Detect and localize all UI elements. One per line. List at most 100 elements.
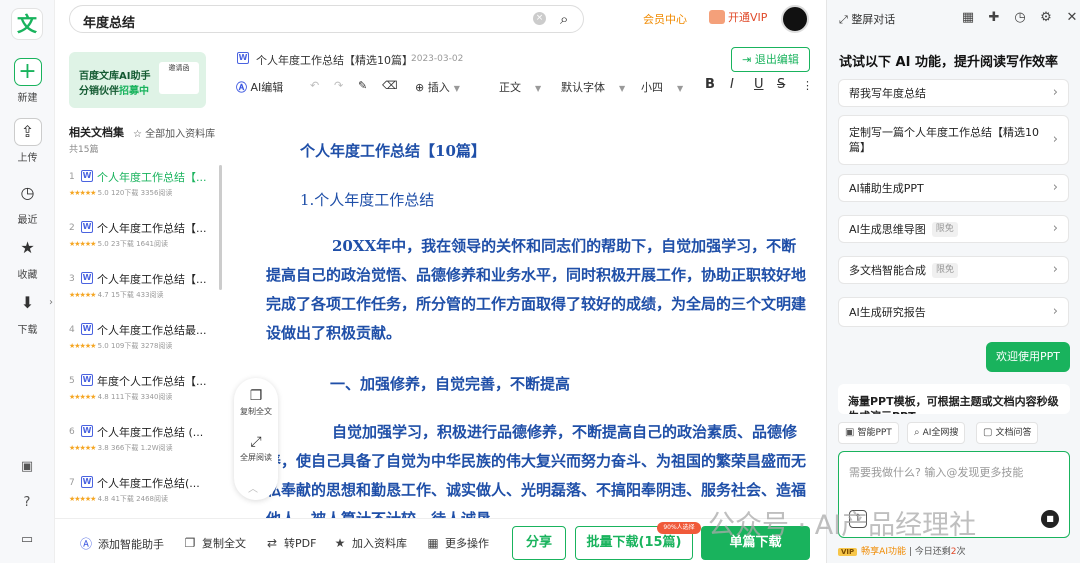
clear-icon[interactable]: × [533, 12, 546, 25]
ai-option-2[interactable]: 定制写一篇个人年度工作总结【精选10篇】 › [838, 115, 1069, 165]
chip-smart-ppt-label: 智能PPT [857, 428, 892, 438]
vip-badge: VIP [838, 548, 858, 556]
strikethrough-icon[interactable]: S [777, 77, 785, 92]
paragraph-style-select[interactable]: 正文 ▼ [499, 79, 541, 95]
ai-panel-icons: ▦ ✚ ◷ ⚙ ✕ [955, 10, 1080, 25]
chip-smart-ppt[interactable]: ▣ 智能PPT [838, 422, 899, 444]
ai-option-label: AI生成研究报告 [849, 305, 926, 319]
undo-icon[interactable]: ↶ [310, 79, 319, 92]
format-painter-icon[interactable]: ✎ [358, 79, 367, 92]
more-actions-button[interactable]: ▦ 更多操作 [426, 535, 489, 551]
gift-icon[interactable]: ▣ [17, 457, 37, 477]
search-input[interactable]: 年度总结 [83, 12, 135, 31]
avatar[interactable] [781, 5, 809, 33]
limited-free-badge: 限免 [932, 262, 959, 278]
chip-doc-qa-label: 文档问答 [995, 428, 1032, 438]
ai-option-5[interactable]: 多文档智能合成 限免 › [838, 256, 1069, 284]
rail-new-button[interactable]: + 新建 [0, 58, 55, 104]
promo-banner[interactable]: 百度文库AI助手 分销伙伴招募中 邀请函 [69, 52, 206, 108]
ppt-icon: ▣ [845, 427, 855, 438]
search-bar[interactable]: 年度总结 × ⌕ [69, 5, 584, 33]
member-center-link[interactable]: 会员中心 [643, 11, 687, 27]
more-format-icon[interactable]: ⋮ [802, 79, 813, 92]
underline-icon[interactable]: U [754, 77, 764, 92]
item-rating: 4.8 [97, 393, 109, 401]
ai-edit-button[interactable]: Ⓐ AI编辑 [236, 79, 283, 95]
collection-count: 共15篇 [69, 145, 99, 155]
font-size-label: 小四 [641, 81, 663, 94]
fullscreen-chat-button[interactable]: ⤢ 整屏对话 [839, 11, 895, 27]
ai-option-label: AI生成思维导图 [849, 222, 926, 236]
item-reads: 1641阅读 [136, 240, 168, 248]
rail-upload-button[interactable]: ⇪ 上传 [0, 118, 55, 164]
item-title: 个人年度工作总结【... [97, 273, 207, 286]
italic-icon[interactable]: I [730, 77, 734, 92]
chevron-right-icon: › [1052, 304, 1058, 319]
word-file-icon: W [81, 476, 93, 488]
collection-list-item[interactable]: 4 W 个人年度工作总结最... ★★★★★ 5.0 109下载 3278阅读 [69, 322, 214, 368]
to-pdf-button[interactable]: ⇄ 转PDF [265, 535, 316, 551]
promo-unit: 次 [956, 547, 966, 557]
float-fullscreen-button[interactable]: ⤢ 全屏阅读 [234, 434, 278, 463]
ai-option-3[interactable]: AI辅助生成PPT › [838, 174, 1069, 202]
add-ai-assistant-button[interactable]: Ⓐ 添加智能助手 [79, 535, 164, 552]
watermark: 公众号 · AI产品经理社 [708, 510, 977, 541]
apps-icon[interactable]: ▦ [955, 10, 981, 25]
eraser-icon[interactable]: ⌫ [382, 79, 398, 92]
open-vip-link[interactable]: 开通VIP [709, 9, 767, 25]
add-all-label: 全部加入资料库 [145, 129, 216, 140]
collection-list-item[interactable]: 6 W 个人年度工作总结 (... ★★★★★ 3.8 366下载 1.2W阅读 [69, 424, 214, 470]
ai-reply-message: 海量PPT模板，可根据主题或文档内容秒级生成演示PPT [838, 384, 1070, 414]
collection-list-item[interactable]: 3 W 个人年度工作总结【... ★★★★★ 4.7 15下载 433阅读 [69, 271, 214, 317]
collection-list-item[interactable]: 1 W 个人年度工作总结【... ★★★★★ 5.0 120下载 3356阅读 [69, 169, 214, 215]
collection-list-item[interactable]: 5 W 年度个人工作总结【... ★★★★★ 4.8 111下载 3340阅读 [69, 373, 214, 419]
item-number: 6 [69, 427, 75, 437]
rail-download-button[interactable]: ⬇ 下载 [0, 290, 55, 336]
ai-option-6[interactable]: AI生成研究报告 › [838, 297, 1069, 327]
float-copy-all-button[interactable]: ❐ 复制全文 [234, 388, 278, 417]
collection-list-item[interactable]: 7 W 个人年度工作总结(... ★★★★★ 4.8 41下载 2468阅读 [69, 475, 214, 521]
new-chat-icon[interactable]: ✚ [981, 10, 1007, 25]
redo-icon[interactable]: ↷ [334, 79, 343, 92]
add-all-library-button[interactable]: ☆ 全部加入资料库 [133, 125, 215, 140]
item-meta: ★★★★★ 4.8 41下载 2468阅读 [69, 494, 168, 504]
item-reads: 1.2W阅读 [140, 444, 173, 452]
banner-card: 邀请函 [159, 62, 199, 94]
copy-all-button[interactable]: ❐ 复制全文 [183, 535, 246, 551]
settings-icon[interactable]: ⚙ [1033, 10, 1059, 25]
collection-list-item[interactable]: 2 W 个人年度工作总结【... ★★★★★ 5.0 23下载 1641阅读 [69, 220, 214, 266]
font-size-select[interactable]: 小四 ▼ [641, 79, 683, 95]
help-icon[interactable]: ? [17, 493, 37, 513]
collapse-arrow-icon[interactable]: › [49, 296, 61, 310]
exit-edit-button[interactable]: ⇥ 退出编辑 [731, 47, 810, 72]
close-icon[interactable]: ✕ [1059, 10, 1080, 25]
search-icon[interactable]: ⌕ [560, 10, 568, 28]
history-icon[interactable]: ◷ [1007, 10, 1033, 25]
chevron-right-icon: › [1052, 132, 1058, 147]
bold-icon[interactable]: B [705, 77, 715, 92]
rail-favorite-label: 收藏 [17, 270, 38, 281]
collection-scrollbar[interactable] [219, 165, 222, 290]
device-icon[interactable]: ▭ [17, 530, 37, 550]
item-number: 2 [69, 223, 75, 233]
add-library-button[interactable]: ★ 加入资料库 [333, 535, 407, 551]
share-button[interactable]: 分享 [512, 526, 566, 560]
document-content[interactable]: 个人年度工作总结【10篇】 1.个人年度工作总结 20XX年中，我在领导的关怀和… [230, 110, 820, 518]
ai-quota-promo[interactable]: VIP 畅享AI功能 | 今日还剩2次 [838, 544, 966, 557]
chip-doc-qa[interactable]: ▢ 文档问答 [976, 422, 1039, 444]
rail-recent-button[interactable]: ◷ 最近 [0, 180, 55, 226]
insert-menu[interactable]: ⊕ 插入 ▼ [415, 79, 460, 95]
ai-option-4[interactable]: AI生成思维导图 限免 › [838, 215, 1069, 243]
font-family-label: 默认字体 [561, 81, 605, 94]
chip-web-search[interactable]: ⌕ AI全网搜 [907, 422, 966, 444]
float-fullscreen-label: 全屏阅读 [240, 453, 272, 462]
item-reads: 3278阅读 [140, 342, 173, 350]
chevron-up-icon[interactable]: ︿ [248, 480, 258, 495]
ai-option-1[interactable]: 帮我写年度总结 › [838, 79, 1069, 107]
wenku-logo[interactable]: 文 [11, 8, 43, 40]
item-title: 个人年度工作总结 (... [97, 426, 204, 439]
chevron-right-icon: › [1052, 85, 1058, 100]
font-family-select[interactable]: 默认字体 ▼ [561, 79, 625, 95]
rail-favorite-button[interactable]: ★ 收藏 [0, 235, 55, 281]
stop-icon[interactable]: ■ [1041, 510, 1059, 528]
